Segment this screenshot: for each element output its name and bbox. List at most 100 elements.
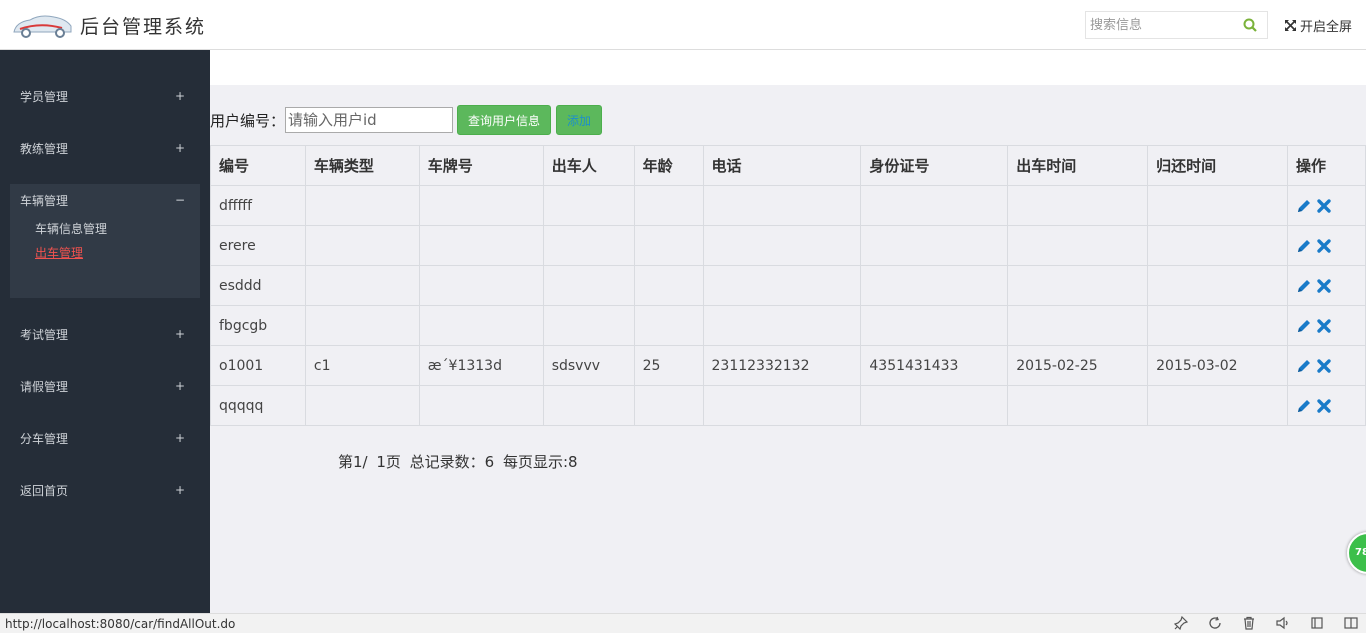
sidebar-item-label: 教练管理	[20, 141, 69, 156]
delete-button[interactable]	[1316, 238, 1332, 254]
sidebar-item-exams[interactable]: 考试管理 +	[20, 324, 185, 344]
logo[interactable]: 后台管理系统	[10, 8, 206, 42]
plus-icon: +	[174, 483, 185, 497]
query-user-button[interactable]: 查询用户信息	[457, 105, 552, 135]
delete-button[interactable]	[1316, 358, 1332, 374]
actions-cell	[1287, 225, 1366, 266]
sidebar-item-leave[interactable]: 请假管理 +	[20, 376, 185, 396]
table-cell	[1007, 385, 1149, 426]
expand-icon	[1285, 20, 1296, 31]
column-header: 车牌号	[418, 145, 544, 186]
user-id-label: 用户编号：	[210, 111, 286, 130]
table-row: dfffff	[210, 185, 1366, 226]
edit-icon	[1298, 199, 1311, 212]
edit-icon	[1298, 399, 1311, 412]
table-cell: dfffff	[210, 185, 306, 226]
table-cell	[1007, 185, 1149, 226]
column-header: 年龄	[633, 145, 704, 186]
search-box	[1085, 11, 1268, 39]
table-cell: sdsvvv	[542, 345, 635, 386]
edit-button[interactable]	[1296, 398, 1312, 414]
delete-button[interactable]	[1316, 278, 1332, 294]
delete-button[interactable]	[1316, 318, 1332, 334]
table-cell	[304, 185, 420, 226]
fullscreen-button[interactable]: 开启全屏	[1284, 16, 1352, 35]
table-cell	[702, 265, 862, 306]
menu-icon[interactable]	[1344, 616, 1358, 630]
table-cell	[418, 225, 544, 266]
plus-icon: +	[174, 327, 185, 341]
table-cell: esddd	[210, 265, 306, 306]
add-button[interactable]: 添加	[556, 105, 603, 135]
edit-button[interactable]	[1296, 318, 1312, 334]
table-cell	[1147, 265, 1289, 306]
row-actions	[1296, 278, 1365, 294]
sidebar-item-coaches[interactable]: 教练管理 +	[20, 138, 185, 158]
pin-icon[interactable]	[1174, 616, 1188, 630]
plus-icon: +	[174, 431, 185, 445]
column-header: 归还时间	[1147, 145, 1289, 186]
window-icon[interactable]	[1310, 616, 1324, 630]
status-url: http://localhost:8080/car/findAllOut.do	[5, 617, 236, 631]
sidebar-item-home[interactable]: 返回首页 +	[20, 480, 185, 500]
table-cell	[542, 185, 635, 226]
row-actions	[1296, 318, 1365, 334]
departure-table: 编号 车辆类型 车牌号 出车人 年龄 电话 身份证号 出车时间 归还时间 操作 …	[210, 145, 1366, 426]
delete-icon	[1317, 318, 1331, 333]
edit-button[interactable]	[1296, 198, 1312, 214]
edit-icon	[1298, 239, 1311, 252]
table-row: erere	[210, 225, 1366, 266]
table-cell: o1001	[210, 345, 306, 386]
table-cell	[1007, 265, 1149, 306]
delete-button[interactable]	[1316, 398, 1332, 414]
sidebar-subitem-vehicle-info[interactable]: 车辆信息管理	[35, 220, 107, 237]
pagination-info: 第1/ 1页 总记录数：6 每页显示:8	[338, 453, 578, 471]
table-cell: fbgcgb	[210, 305, 306, 346]
sidebar-item-vehicles[interactable]: 车辆管理 −	[20, 190, 185, 210]
sidebar-item-label: 车辆管理	[20, 193, 69, 208]
delete-icon	[1317, 358, 1331, 373]
table-cell	[542, 225, 635, 266]
search-icon[interactable]	[1243, 18, 1257, 32]
sidebar-item-students[interactable]: 学员管理 +	[20, 86, 185, 106]
volume-icon[interactable]	[1276, 616, 1290, 630]
refresh-icon[interactable]	[1208, 616, 1222, 630]
table-cell	[702, 225, 862, 266]
browser-statusbar: http://localhost:8080/car/findAllOut.do	[0, 613, 1366, 633]
sidebar-item-assign[interactable]: 分车管理 +	[20, 428, 185, 448]
table-cell	[542, 385, 635, 426]
column-header: 操作	[1287, 145, 1366, 186]
sidebar-subitem-departures[interactable]: 出车管理	[35, 244, 83, 261]
edit-icon	[1298, 359, 1311, 372]
table-cell	[418, 385, 544, 426]
filter-bar: 用户编号： 查询用户信息 添加	[210, 105, 603, 135]
main-area: 用户编号： 查询用户信息 添加 编号 车辆类型 车牌号 出车人 年龄 电话 身份…	[210, 50, 1366, 613]
actions-cell	[1287, 345, 1366, 386]
delete-button[interactable]	[1316, 198, 1332, 214]
search-input[interactable]	[1086, 12, 1236, 38]
edit-button[interactable]	[1296, 358, 1312, 374]
table-cell	[542, 265, 635, 306]
table-cell	[418, 265, 544, 306]
sidebar: 学员管理 + 教练管理 + 车辆管理 − 车辆信息管理 出车管理 考试管理 + …	[0, 50, 210, 613]
user-id-input[interactable]	[285, 107, 454, 133]
table-cell	[304, 305, 420, 346]
table-cell	[633, 305, 704, 346]
table-cell	[633, 185, 704, 226]
sidebar-item-label: 考试管理	[20, 327, 69, 342]
table-cell	[860, 185, 1009, 226]
table-cell	[304, 265, 420, 306]
content-panel: 用户编号： 查询用户信息 添加 编号 车辆类型 车牌号 出车人 年龄 电话 身份…	[210, 85, 1366, 613]
row-actions	[1296, 358, 1365, 374]
table-cell: c1	[304, 345, 420, 386]
delete-icon	[1317, 398, 1331, 413]
row-actions	[1296, 238, 1365, 254]
trash-icon[interactable]	[1242, 616, 1256, 630]
column-header: 车辆类型	[304, 145, 420, 186]
edit-button[interactable]	[1296, 278, 1312, 294]
table-row: fbgcgb	[210, 305, 1366, 346]
edit-button[interactable]	[1296, 238, 1312, 254]
table-cell	[1007, 225, 1149, 266]
top-header: 后台管理系统 开启全屏	[0, 0, 1366, 50]
table-cell: erere	[210, 225, 306, 266]
